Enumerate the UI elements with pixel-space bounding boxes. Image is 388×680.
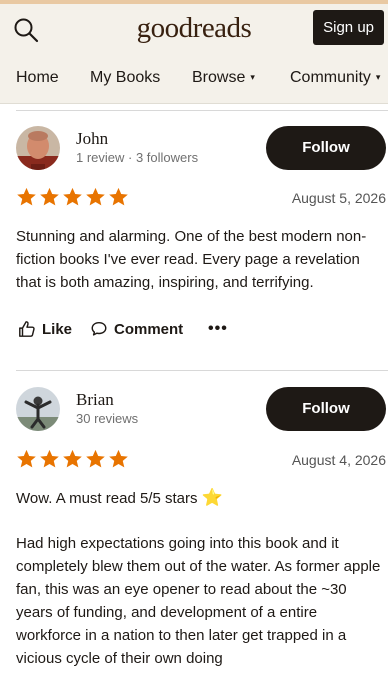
follow-button[interactable]: Follow <box>266 126 386 170</box>
avatar-photo <box>16 126 60 170</box>
star-icon <box>17 449 36 468</box>
star-icon <box>63 187 82 206</box>
nav-home-label: Home <box>16 69 59 86</box>
like-button[interactable]: Like <box>18 320 72 338</box>
more-options-icon[interactable]: ••• <box>208 320 228 338</box>
nav-community-label: Community <box>290 69 371 86</box>
nav-browse-label: Browse <box>192 69 246 86</box>
review-date[interactable]: August 5, 2026 <box>292 190 386 206</box>
avatar-photo <box>16 387 60 431</box>
nav-my-books[interactable]: My Books <box>90 69 160 87</box>
like-label: Like <box>42 320 73 338</box>
comment-label: Comment <box>114 320 184 338</box>
chevron-down-icon: ▾ <box>250 72 255 82</box>
nav-browse[interactable]: Browse ▾ <box>192 69 255 87</box>
reviewer-stats: 1 review · 3 followers <box>76 150 199 165</box>
chevron-down-icon: ▾ <box>375 72 381 82</box>
section-divider <box>16 110 388 111</box>
star-icon <box>86 187 105 206</box>
star-icon <box>63 449 82 468</box>
nav-community[interactable]: Community ▾ <box>290 69 380 87</box>
review-text: Stunning and alarming. One of the best m… <box>16 228 367 291</box>
star-icon <box>109 187 128 206</box>
star-icon <box>17 187 36 206</box>
reviewer-stats: 30 reviews <box>76 411 139 426</box>
section-divider <box>16 370 388 371</box>
review-text: Had high expectations going into this bo… <box>16 535 381 667</box>
star-icon <box>40 449 59 468</box>
review-date[interactable]: August 4, 2026 <box>292 452 386 468</box>
sign-up-button[interactable]: Sign up <box>313 10 384 45</box>
star-icon <box>40 187 59 206</box>
nav-home[interactable]: Home <box>16 69 59 87</box>
top-header: goodreads Sign up <box>0 4 388 54</box>
avatar[interactable] <box>16 387 60 431</box>
comment-icon <box>91 321 107 336</box>
review-text-line: Wow. A must read 5/5 stars ⭐ <box>16 486 384 510</box>
star-rating <box>16 187 129 207</box>
thumbs-up-icon <box>19 321 35 337</box>
main-nav: Home My Books Browse ▾ Community ▾ <box>0 54 388 104</box>
follow-button[interactable]: Follow <box>266 387 386 431</box>
avatar[interactable] <box>16 126 60 170</box>
review-text-intro: Wow. A must read 5/5 stars <box>16 490 198 507</box>
reviewer-name[interactable]: John <box>76 129 108 149</box>
reviewer-name[interactable]: Brian <box>76 390 114 410</box>
star-icon <box>86 449 105 468</box>
star-icon <box>109 449 128 468</box>
comment-button[interactable]: Comment <box>90 320 183 338</box>
nav-my-books-label: My Books <box>90 69 161 86</box>
star-rating <box>16 449 129 469</box>
star-emoji-icon: ⭐ <box>201 488 223 507</box>
